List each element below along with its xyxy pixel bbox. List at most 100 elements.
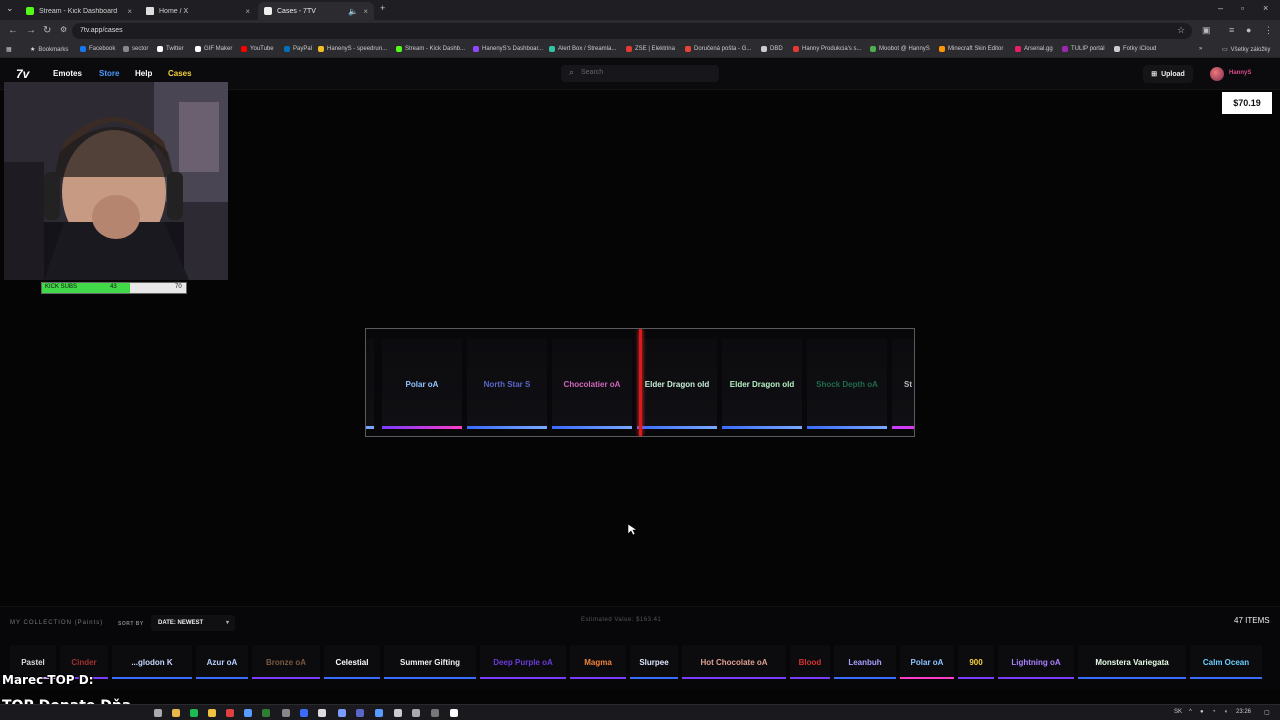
app-icon[interactable] — [450, 709, 458, 717]
bookmark-bookmarks[interactable]: ★ Bookmarks — [30, 46, 68, 54]
collection-item[interactable]: Blood — [790, 645, 830, 679]
tab-kick-dashboard[interactable]: Stream - Kick Dashboard × — [20, 2, 138, 20]
nav-emotes[interactable]: Emotes — [53, 69, 82, 78]
tab-cases-7tv[interactable]: Cases - 7TV 🔈 × — [258, 2, 374, 20]
bookmark-item[interactable]: PayPal — [284, 46, 312, 52]
bookmark-item[interactable]: DBD — [761, 46, 783, 52]
telegram-icon[interactable] — [244, 709, 252, 717]
maximize-icon[interactable]: ▫ — [1241, 3, 1244, 13]
app-icon[interactable] — [356, 709, 364, 717]
upload-button[interactable]: ⊞ Upload — [1143, 65, 1193, 83]
media-icon[interactable]: ≡ — [1229, 25, 1234, 35]
nav-cases[interactable]: Cases — [168, 69, 192, 78]
notification-icon[interactable]: ▢ — [1264, 709, 1270, 716]
collection-item[interactable]: Summer Gifting — [384, 645, 476, 679]
subs-goal: 70 — [175, 284, 182, 290]
collection-item[interactable]: 900 — [958, 645, 994, 679]
app-icon[interactable] — [412, 709, 420, 717]
bookmark-item[interactable]: Arsenal.gg — [1015, 46, 1053, 52]
collection-item[interactable]: Bronze oA — [252, 645, 320, 679]
sort-select[interactable]: DATE: NEWEST ▾ — [151, 615, 235, 631]
bookmark-item[interactable]: TULIP portál — [1062, 46, 1105, 52]
collection-item[interactable]: Hot Chocolate oA — [682, 645, 786, 679]
language-indicator[interactable]: SK — [1174, 709, 1182, 715]
chrome-icon[interactable] — [226, 709, 234, 717]
bookmark-item[interactable]: HanenyS's Dashboar... — [473, 46, 543, 52]
all-bookmarks-folder[interactable]: ▭ Všetky záložky — [1222, 46, 1270, 54]
bookmark-item[interactable]: ZSE | Elektrina — [626, 46, 675, 52]
more-bookmarks-icon[interactable]: » — [1199, 46, 1202, 52]
app-icon[interactable] — [282, 709, 290, 717]
tab-search-icon[interactable]: ⌄ — [6, 3, 14, 14]
close-icon[interactable]: × — [245, 7, 250, 16]
nav-store[interactable]: Store — [99, 69, 119, 78]
bookmark-item[interactable]: Doručená pošta - G... — [685, 46, 751, 52]
collection-item[interactable]: Celestial — [324, 645, 380, 679]
forward-icon[interactable]: → — [26, 25, 36, 36]
bookmark-item[interactable]: YouTube — [241, 46, 274, 52]
back-icon[interactable]: ← — [8, 25, 18, 36]
collection-item[interactable]: Deep Purple oA — [480, 645, 566, 679]
rarity-bar — [480, 677, 566, 679]
collection-item[interactable]: Magma — [570, 645, 626, 679]
collection-item[interactable]: ...glodon K — [112, 645, 192, 679]
nav-help[interactable]: Help — [135, 69, 152, 78]
bookmark-item[interactable]: GIF Maker — [195, 46, 232, 52]
volume-icon[interactable]: ◖ — [1224, 709, 1228, 715]
wifi-icon[interactable]: ◔ — [1212, 709, 1216, 715]
app-icon[interactable] — [300, 709, 308, 717]
close-window-icon[interactable]: × — [1263, 3, 1268, 13]
star-icon[interactable]: ☆ — [1177, 25, 1185, 36]
new-tab-button[interactable]: + — [380, 3, 385, 13]
bookmark-item[interactable]: Moobot @ HannyS — [870, 46, 930, 52]
collection-item[interactable]: Leanbuh — [834, 645, 896, 679]
app-icon[interactable] — [338, 709, 346, 717]
rarity-bar — [366, 426, 374, 429]
tab-home-x[interactable]: Home / X × — [140, 2, 256, 20]
collection-item[interactable]: Polar oA — [900, 645, 954, 679]
bookmark-item[interactable]: HanenyS - speedrun... — [318, 46, 387, 52]
bookmark-item[interactable]: Alert Box / Streamla... — [549, 46, 616, 52]
url-input[interactable]: 7tv.app/cases — [72, 23, 1192, 39]
collection-item[interactable]: Calm Ocean — [1190, 645, 1262, 679]
reload-icon[interactable]: ↻ — [43, 25, 51, 36]
bookmark-item[interactable]: sector — [123, 46, 148, 52]
bookmark-item[interactable]: Hanny Produkcia's s... — [793, 46, 862, 52]
collection-item[interactable]: Lightning oA — [998, 645, 1074, 679]
mic-icon[interactable]: ● — [1200, 709, 1204, 715]
site-info-icon[interactable]: ⚙ — [60, 25, 67, 34]
profile-icon[interactable]: ● — [1246, 25, 1251, 35]
explorer-icon[interactable] — [208, 709, 216, 717]
app-icon[interactable] — [375, 709, 383, 717]
bookmark-item[interactable]: Minecraft Skin Editor — [939, 46, 1003, 52]
menu-icon[interactable]: ⋮ — [1264, 25, 1273, 36]
bookmark-item[interactable]: Fotky iCloud — [1114, 46, 1156, 52]
xbox-icon[interactable] — [262, 709, 270, 717]
search-icon[interactable] — [154, 709, 162, 717]
bookmark-item[interactable]: Stream - Kick Dashb... — [396, 46, 465, 52]
app-icon[interactable] — [394, 709, 402, 717]
close-icon[interactable]: × — [127, 7, 132, 16]
collection-item[interactable]: Slurpee — [630, 645, 678, 679]
7tv-logo[interactable]: 7v — [16, 67, 29, 81]
close-icon[interactable]: × — [363, 7, 368, 16]
bookmark-item[interactable]: Facebook — [80, 46, 115, 52]
tray-chevron-icon[interactable]: ^ — [1189, 709, 1192, 715]
apps-icon[interactable]: ▦ — [6, 46, 12, 53]
minimize-icon[interactable]: – — [1218, 3, 1223, 13]
collection-item[interactable]: Monstera Variegata — [1078, 645, 1186, 679]
username[interactable]: HannyS — [1229, 70, 1251, 76]
clock[interactable]: 23:26 — [1236, 709, 1251, 715]
collection-item[interactable]: Azur oA — [196, 645, 248, 679]
extensions-icon[interactable]: ▣ — [1202, 25, 1211, 36]
bookmark-item[interactable]: Twitter — [157, 46, 184, 52]
app-icon[interactable] — [318, 709, 326, 717]
avatar[interactable] — [1210, 67, 1224, 81]
search-input[interactable]: ⌕ Search — [561, 65, 719, 82]
app-icon[interactable] — [431, 709, 439, 717]
spotify-icon[interactable] — [190, 709, 198, 717]
files-icon[interactable] — [172, 709, 180, 717]
balance-badge[interactable]: $70.19 — [1222, 92, 1272, 114]
speaker-icon[interactable]: 🔈 — [348, 7, 358, 16]
kick-icon — [26, 7, 34, 15]
